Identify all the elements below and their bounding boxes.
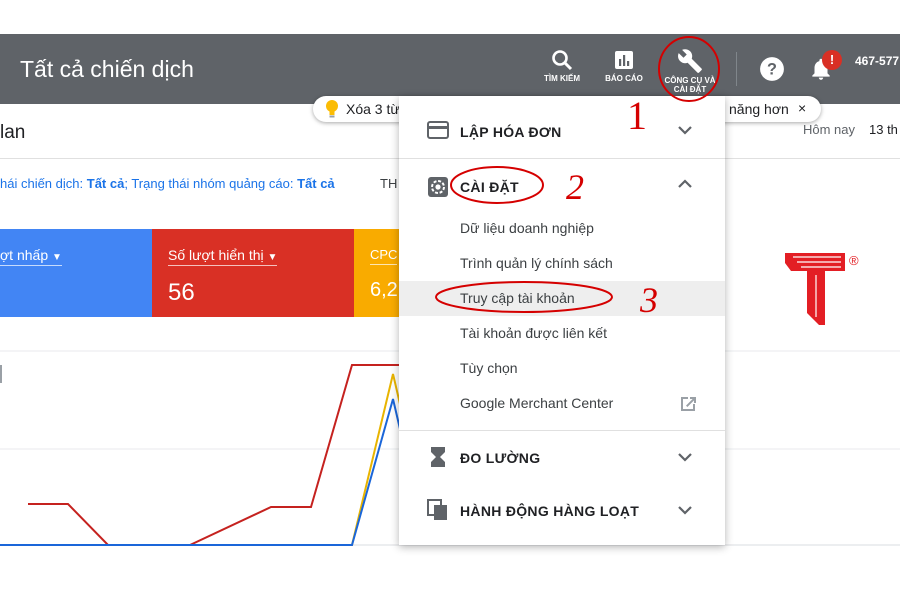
adgroup-status-value: Tất cả	[297, 176, 335, 191]
date-range-value[interactable]: 13 th	[869, 122, 898, 137]
overview-title: lan	[0, 122, 26, 143]
menu-item-label: Tài khoản được liên kết	[460, 325, 607, 341]
menu-section-billing[interactable]: LẬP HÓA ĐƠN	[399, 96, 725, 158]
series-impressions-line	[28, 364, 400, 546]
menu-item-business-data[interactable]: Dữ liệu doanh nghiệp	[399, 211, 725, 246]
top-bar: Tất cả chiến dịch TÌM KIẾM BÁO CÁO CÔNG …	[0, 34, 900, 104]
campaign-status-label: hái chiến dịch:	[0, 176, 84, 191]
lightbulb-icon	[326, 100, 338, 118]
copy-icon	[427, 499, 447, 520]
metric-label-impressions: Số lượt hiển thị ▼	[168, 247, 278, 266]
logo-mark	[785, 253, 845, 325]
tools-label-line1: CÔNG CỤ VÀ	[664, 76, 716, 85]
campaign-status-value: Tất cả	[86, 176, 125, 191]
metric-card-cpc[interactable]: CPC 6,2	[354, 229, 400, 317]
search-label: TÌM KIẾM	[544, 74, 580, 83]
menu-item-label: Trình quản lý chính sách	[460, 255, 613, 271]
metric-value-cpc: 6,2	[370, 279, 398, 301]
wrench-icon	[678, 49, 702, 73]
menu-section-bulk-actions-title: HÀNH ĐỘNG HÀNG LOẠT	[460, 503, 640, 519]
filter-extra[interactable]: TH	[380, 176, 397, 191]
chevron-down-icon	[678, 126, 692, 135]
metric-card-clicks[interactable]: ợt nhấp ▼	[0, 229, 152, 317]
tools-label-line2: CÀI ĐẶT	[673, 85, 707, 94]
menu-item-policy-manager[interactable]: Trình quản lý chính sách	[399, 246, 725, 281]
menu-item-linked-accounts[interactable]: Tài khoản được liên kết	[399, 316, 725, 351]
tools-settings-menu: LẬP HÓA ĐƠN CÀI ĐẶT Dữ liệu doanh nghiệp…	[399, 96, 725, 545]
banner-close-icon[interactable]: ×	[798, 100, 806, 116]
menu-section-settings-title: CÀI ĐẶT	[460, 179, 519, 195]
filter-summary[interactable]: hái chiến dịch: Tất cả; Trạng thái nhóm …	[0, 176, 335, 191]
registered-mark: ®	[849, 253, 859, 268]
menu-section-bulk-actions[interactable]: HÀNH ĐỘNG HÀNG LOẠT	[399, 484, 725, 536]
menu-item-label: Google Merchant Center	[460, 395, 614, 411]
menu-section-settings[interactable]: CÀI ĐẶT	[399, 159, 725, 211]
date-label: Hôm nay	[803, 122, 856, 137]
toolbar-divider	[736, 52, 737, 86]
search-icon	[552, 50, 573, 71]
menu-section-billing-title: LẬP HÓA ĐƠN	[460, 124, 562, 140]
help-icon[interactable]: ?	[759, 56, 785, 82]
brand-logo: ®	[759, 229, 900, 325]
menu-item-account-access[interactable]: Truy cập tài khoản	[399, 281, 725, 316]
chevron-down-icon	[678, 506, 692, 515]
menu-item-label: Dữ liệu doanh nghiệp	[460, 220, 594, 236]
hourglass-icon	[431, 447, 445, 467]
chevron-up-icon	[678, 179, 692, 188]
notifications-button[interactable]: !	[806, 50, 846, 86]
metric-label-cpc: CPC	[370, 247, 398, 265]
reports-label: BÁO CÁO	[605, 74, 643, 83]
gear-icon	[428, 177, 448, 197]
menu-item-merchant-center[interactable]: Google Merchant Center	[399, 386, 725, 421]
menu-section-measurement-title: ĐO LƯỜNG	[460, 450, 541, 466]
notification-badge: !	[822, 50, 842, 70]
banner-text-left: Xóa 3 từ	[346, 101, 400, 117]
menu-section-measurement[interactable]: ĐO LƯỜNG	[399, 431, 725, 483]
menu-item-label: Tùy chọn	[460, 360, 518, 376]
page-title: Tất cả chiến dịch	[20, 56, 194, 82]
adgroup-status-label: ; Trạng thái nhóm quảng cáo:	[124, 176, 294, 191]
menu-item-preferences[interactable]: Tùy chọn	[399, 351, 725, 386]
metric-value-impressions: 56	[168, 279, 195, 306]
report-icon	[615, 51, 633, 69]
metric-card-impressions[interactable]: Số lượt hiển thị ▼ 56	[152, 229, 354, 317]
reports-button[interactable]: BÁO CÁO	[589, 48, 659, 83]
chevron-down-icon	[678, 453, 692, 462]
search-button[interactable]: TÌM KIẾM	[527, 48, 597, 83]
series-cpc-line	[0, 373, 401, 546]
tools-settings-button[interactable]: CÔNG CỤ VÀ CÀI ĐẶT	[655, 48, 725, 94]
credit-card-icon	[427, 121, 449, 139]
account-id[interactable]: 467-577	[855, 54, 899, 68]
svg-text:?: ?	[767, 60, 777, 78]
series-clicks-line	[0, 398, 401, 546]
menu-item-label: Truy cập tài khoản	[460, 290, 575, 306]
chart-handle[interactable]	[0, 365, 2, 383]
metric-label-clicks: ợt nhấp ▼	[0, 247, 62, 266]
banner-text-right: năng hơn	[729, 101, 789, 117]
external-link-icon	[681, 397, 696, 411]
